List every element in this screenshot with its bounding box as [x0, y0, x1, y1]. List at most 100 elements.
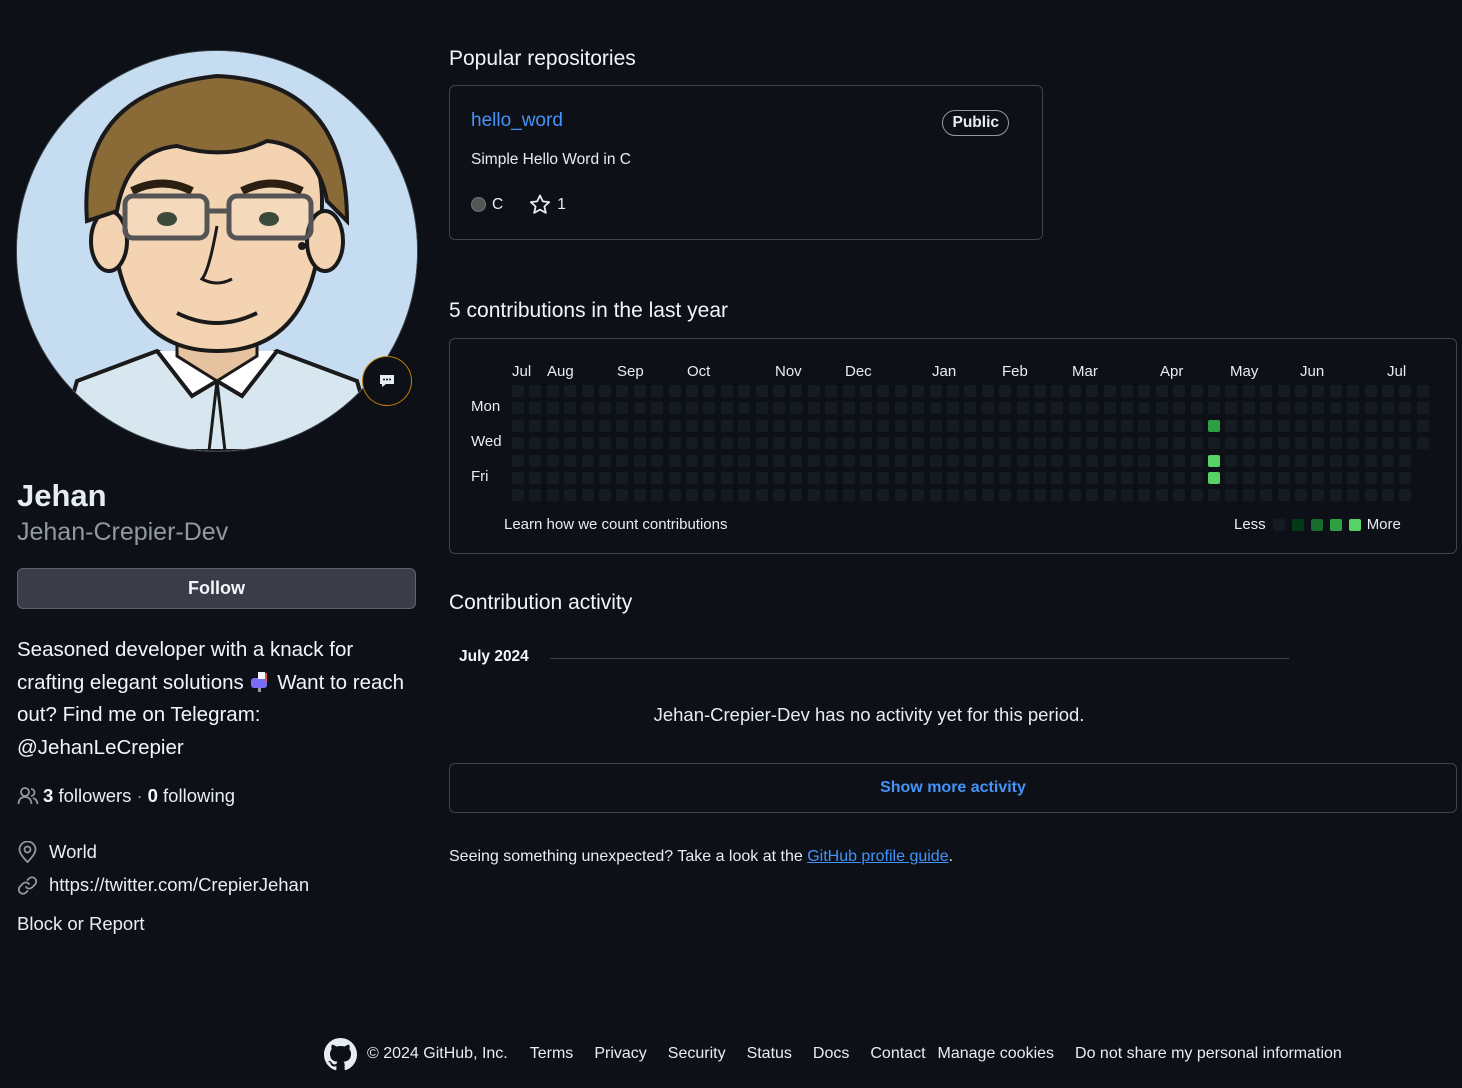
contribution-cell[interactable]	[512, 472, 524, 484]
contribution-cell[interactable]	[1312, 472, 1325, 484]
contribution-cell[interactable]	[999, 437, 1012, 450]
contribution-cell[interactable]	[964, 454, 977, 467]
contribution-cell[interactable]	[1086, 385, 1099, 397]
contribution-cell[interactable]	[703, 402, 716, 415]
contribution-cell[interactable]	[686, 437, 698, 450]
contribution-cell[interactable]	[633, 489, 646, 502]
contribution-cell[interactable]	[1295, 402, 1307, 415]
contribution-cell[interactable]	[686, 489, 698, 502]
contribution-cell[interactable]	[1173, 402, 1186, 415]
contribution-cell[interactable]	[912, 385, 925, 397]
contribution-cell[interactable]	[1260, 419, 1273, 432]
contribution-cell[interactable]	[1208, 472, 1220, 484]
contribution-cell[interactable]	[807, 385, 820, 397]
contribution-cell[interactable]	[1138, 419, 1151, 432]
contribution-cell[interactable]	[512, 385, 524, 397]
contribution-cell[interactable]	[686, 385, 698, 397]
contribution-cell[interactable]	[1138, 437, 1151, 450]
contribution-cell[interactable]	[1382, 472, 1394, 484]
contribution-cell[interactable]	[929, 454, 942, 467]
contribution-cell[interactable]	[616, 385, 629, 397]
contribution-cell[interactable]	[668, 454, 681, 467]
contribution-cell[interactable]	[564, 454, 577, 467]
contribution-cell[interactable]	[512, 489, 524, 502]
contribution-cell[interactable]	[981, 472, 994, 484]
contribution-cell[interactable]	[1051, 437, 1064, 450]
contribution-cell[interactable]	[1364, 489, 1377, 502]
contribution-cell[interactable]	[1347, 402, 1360, 415]
contribution-cell[interactable]	[825, 402, 838, 415]
contribution-cell[interactable]	[1347, 472, 1360, 484]
contribution-cell[interactable]	[1103, 437, 1116, 450]
contribution-cell[interactable]	[1347, 385, 1360, 397]
contribution-cell[interactable]	[773, 385, 785, 397]
contribution-cell[interactable]	[1034, 489, 1046, 502]
contribution-cell[interactable]	[912, 472, 925, 484]
contribution-cell[interactable]	[790, 385, 803, 397]
profile-guide-link[interactable]: GitHub profile guide	[807, 848, 948, 865]
contribution-cell[interactable]	[981, 402, 994, 415]
contribution-cell[interactable]	[894, 437, 907, 450]
contribution-cell[interactable]	[894, 419, 907, 432]
contribution-cell[interactable]	[773, 472, 785, 484]
contribution-cell[interactable]	[1416, 419, 1429, 432]
contribution-cell[interactable]	[529, 402, 542, 415]
contribution-cell[interactable]	[894, 472, 907, 484]
footer-link-docs[interactable]: Docs	[813, 1045, 849, 1063]
contribution-cell[interactable]	[581, 385, 594, 397]
contribution-cell[interactable]	[1086, 437, 1099, 450]
contribution-cell[interactable]	[999, 472, 1012, 484]
contribution-cell[interactable]	[1277, 419, 1290, 432]
contribution-cell[interactable]	[633, 472, 646, 484]
contribution-cell[interactable]	[947, 472, 959, 484]
contribution-cell[interactable]	[651, 385, 664, 397]
contribution-cell[interactable]	[929, 402, 942, 415]
contribution-cell[interactable]	[1260, 402, 1273, 415]
contribution-cell[interactable]	[1364, 454, 1377, 467]
contribution-cell[interactable]	[1138, 385, 1151, 397]
contribution-cell[interactable]	[825, 419, 838, 432]
contribution-cell[interactable]	[686, 472, 698, 484]
status-emoji-button[interactable]	[362, 356, 412, 406]
contribution-cell[interactable]	[738, 437, 751, 450]
contribution-cell[interactable]	[842, 472, 855, 484]
contribution-cell[interactable]	[738, 402, 751, 415]
contribution-cell[interactable]	[1103, 385, 1116, 397]
contribution-cell[interactable]	[1277, 472, 1290, 484]
contribution-cell[interactable]	[512, 402, 524, 415]
contribution-cell[interactable]	[599, 454, 611, 467]
contribution-cell[interactable]	[1277, 489, 1290, 502]
contribution-cell[interactable]	[581, 489, 594, 502]
contribution-cell[interactable]	[720, 472, 733, 484]
contribution-cell[interactable]	[1173, 454, 1186, 467]
contribution-cell[interactable]	[964, 419, 977, 432]
contribution-cell[interactable]	[1382, 489, 1394, 502]
contribution-cell[interactable]	[1208, 419, 1220, 432]
contribution-cell[interactable]	[999, 489, 1012, 502]
contribution-cell[interactable]	[755, 437, 768, 450]
contribution-cell[interactable]	[825, 489, 838, 502]
contribution-cell[interactable]	[616, 454, 629, 467]
contribution-cell[interactable]	[842, 402, 855, 415]
contribution-cell[interactable]	[1208, 454, 1220, 467]
contribution-cell[interactable]	[599, 419, 611, 432]
contribution-cell[interactable]	[1190, 454, 1203, 467]
contribution-cell[interactable]	[1068, 454, 1081, 467]
contribution-cell[interactable]	[825, 437, 838, 450]
contribution-cell[interactable]	[1225, 489, 1238, 502]
contribution-cell[interactable]	[1277, 437, 1290, 450]
contribution-cell[interactable]	[651, 419, 664, 432]
contribution-cell[interactable]	[633, 454, 646, 467]
contribution-cell[interactable]	[1190, 489, 1203, 502]
contribution-cell[interactable]	[1260, 489, 1273, 502]
contribution-cell[interactable]	[999, 454, 1012, 467]
contribution-cell[interactable]	[668, 419, 681, 432]
contribution-cell[interactable]	[1295, 454, 1307, 467]
contribution-cell[interactable]	[1312, 419, 1325, 432]
contribution-cell[interactable]	[1103, 402, 1116, 415]
contribution-cell[interactable]	[1016, 419, 1029, 432]
contribution-cell[interactable]	[755, 454, 768, 467]
contribution-cell[interactable]	[1034, 437, 1046, 450]
contribution-cell[interactable]	[999, 385, 1012, 397]
contribution-cell[interactable]	[651, 489, 664, 502]
